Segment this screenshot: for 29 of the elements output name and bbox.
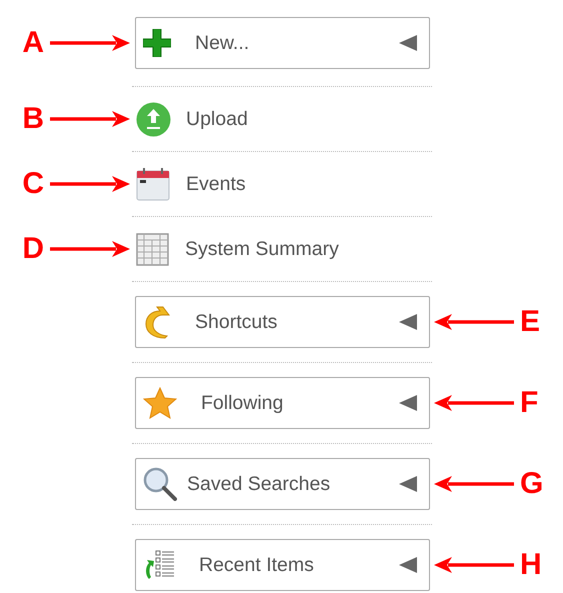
- caret-icon: [399, 35, 417, 51]
- dropdown-button[interactable]: Shortcuts: [135, 296, 430, 348]
- callout-letter: H: [520, 550, 542, 580]
- curved-arrow-icon: [143, 305, 171, 339]
- callout-letter: F: [520, 388, 538, 418]
- menu-link[interactable]: Events: [136, 167, 246, 201]
- dropdown-button[interactable]: Following: [135, 377, 430, 429]
- callout-letter: C: [22, 169, 44, 199]
- dropdown-button[interactable]: Saved Searches: [135, 458, 430, 510]
- caret-icon: [399, 476, 417, 492]
- search-icon: [143, 467, 177, 501]
- callout-letter: B: [22, 104, 44, 134]
- plus-icon: [143, 29, 171, 57]
- dropdown-button[interactable]: New...: [135, 17, 430, 69]
- callout-letter: D: [22, 234, 44, 264]
- upload-icon: [136, 102, 171, 136]
- menu-link[interactable]: Upload: [136, 102, 248, 136]
- menu-link[interactable]: System Summary: [136, 232, 339, 266]
- star-icon: [143, 387, 177, 419]
- recent-list-icon: [143, 549, 175, 581]
- callout-letter: E: [520, 307, 540, 337]
- calendar-icon: [136, 167, 170, 201]
- callout-letter: G: [520, 469, 544, 499]
- dropdown-button[interactable]: Recent Items: [135, 539, 430, 591]
- callout-letter: A: [22, 28, 44, 58]
- grid-icon: [136, 232, 169, 266]
- caret-icon: [399, 314, 417, 330]
- caret-icon: [399, 557, 417, 573]
- caret-icon: [399, 395, 417, 411]
